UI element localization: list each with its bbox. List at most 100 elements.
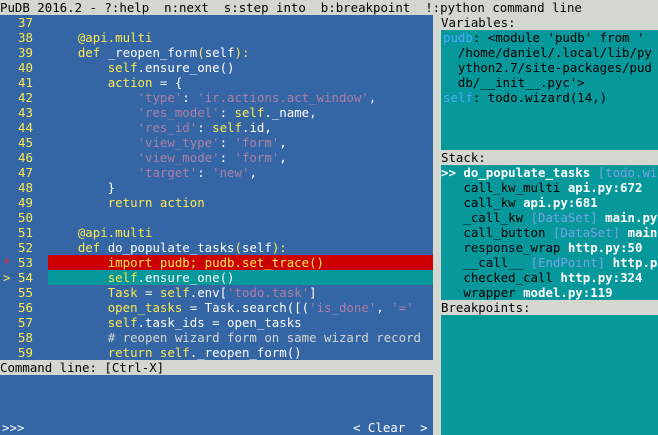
code-token: def (77, 240, 108, 255)
code-line[interactable]: 47 'target': 'new', (0, 165, 433, 180)
code-text: # reopen wizard form on same wizard reco… (48, 330, 433, 345)
code-token: : (197, 165, 213, 180)
stack-frame-prefix (441, 180, 463, 195)
code-token: 'ir.actions.act_window' (197, 90, 369, 105)
stack-frame-current[interactable]: >> do_populate_tasks [todo.wizard] (441, 165, 658, 180)
variable-row[interactable]: /home/daniel/.local/lib/py (443, 45, 658, 60)
code-line[interactable]: 38 @api.multi (0, 30, 433, 45)
line-marker (0, 105, 12, 120)
code-token: ._reopen_form() (189, 345, 302, 360)
stack-frame-prefix (441, 255, 463, 270)
code-token: , (279, 135, 287, 150)
code-line[interactable]: 50 (0, 210, 433, 225)
code-token: self (107, 60, 138, 75)
code-line[interactable]: 55 Task = self.env['todo.task'] (0, 285, 433, 300)
line-marker (0, 90, 12, 105)
code-line[interactable]: 46 'view_mode': 'form', (0, 150, 433, 165)
stack-pane[interactable]: >> do_populate_tasks [todo.wizard] call_… (441, 165, 658, 300)
code-line[interactable]: 49 return action (0, 195, 433, 210)
stack-frame[interactable]: response_wrap http.py:50 (441, 240, 658, 255)
code-line[interactable]: * 53 import pudb; pudb.set_trace() (0, 255, 433, 270)
line-number: 42 (18, 90, 41, 105)
code-token: self (107, 315, 138, 330)
code-text: return action (48, 195, 433, 210)
stack-frame[interactable]: call_kw api.py:681 (441, 195, 658, 210)
stack-header: Stack: (441, 150, 658, 165)
code-line[interactable]: 51 @api.multi (0, 225, 433, 240)
code-line[interactable]: 56 open_tasks = Task.search([('is_done',… (0, 300, 433, 315)
stack-frame[interactable]: wrapper model.py:119 (441, 285, 658, 300)
stack-frame-prefix (441, 270, 463, 285)
code-token: 'todo.task' (227, 285, 310, 300)
stack-frame-location: http.py:50 (567, 240, 643, 255)
stack-frame-location: main.py (605, 210, 658, 225)
code-token: 'view_mode' (137, 150, 220, 165)
code-line[interactable]: 48 } (0, 180, 433, 195)
code-line[interactable]: 58 # reopen wizard form on same wizard r… (0, 330, 433, 345)
code-token: return action (107, 195, 205, 210)
variables-pane[interactable]: pudb: <module 'pudb' from ' /home/daniel… (441, 30, 658, 150)
stack-frame-function: _call_kw (463, 210, 524, 225)
stack-frame-class: [todo.wizard] (597, 165, 658, 180)
code-token: : (219, 135, 235, 150)
line-marker (0, 60, 12, 75)
line-number: 56 (18, 300, 41, 315)
code-token: self (234, 105, 265, 120)
code-line[interactable]: 57 self.task_ids = open_tasks (0, 315, 433, 330)
code-text: self.task_ids = open_tasks (48, 315, 433, 330)
line-number: 43 (18, 105, 41, 120)
stack-frame[interactable]: checked_call http.py:324 (441, 270, 658, 285)
code-token: = (145, 285, 160, 300)
command-line-input-row[interactable]: >>> < Clear > (0, 420, 433, 435)
line-marker (0, 120, 12, 135)
code-line[interactable]: 41 action = { (0, 75, 433, 90)
stack-frame-location: http.py:324 (560, 270, 643, 285)
code-text: @api.multi (48, 225, 433, 240)
code-token: 'form' (234, 135, 280, 150)
variable-row[interactable]: ython2.7/site-packages/pud (443, 60, 658, 75)
stack-frame[interactable]: call_kw_multi api.py:672 (441, 180, 658, 195)
title-bar: PuDB 2016.2 - ?:help n:next s:step into … (0, 0, 658, 15)
command-prompt: >>> (2, 420, 25, 435)
code-token: self (159, 345, 190, 360)
code-line[interactable]: 42 'type': 'ir.actions.act_window', (0, 90, 433, 105)
code-line[interactable]: 59 return self._reopen_form() (0, 345, 433, 360)
stack-frame-gap (560, 240, 567, 255)
stack-frame-class: [DataSet] (552, 225, 621, 240)
variable-row[interactable]: pudb: <module 'pudb' from ' (443, 30, 658, 45)
code-line[interactable]: 43 'res_model': self._name, (0, 105, 433, 120)
code-token: : (182, 90, 198, 105)
line-marker (0, 285, 12, 300)
clear-button[interactable]: < Clear > (353, 420, 428, 435)
code-token: ] (309, 285, 317, 300)
code-line[interactable]: 52 def do_populate_tasks(self): (0, 240, 433, 255)
code-token: @api.multi (77, 30, 153, 45)
breakpoints-header: Breakpoints: (441, 300, 658, 315)
pane-divider[interactable] (433, 15, 441, 435)
breakpoints-pane[interactable] (441, 315, 658, 435)
stack-frame-function: wrapper (463, 285, 516, 300)
stack-frame[interactable]: _call_kw [DataSet] main.py (441, 210, 658, 225)
stack-frame[interactable]: call_button [DataSet] main.py (441, 225, 658, 240)
stack-frame-gap (516, 285, 523, 300)
code-line[interactable]: 45 'view_type': 'form', (0, 135, 433, 150)
code-line[interactable]: 40 self.ensure_one() (0, 60, 433, 75)
code-line[interactable]: 44 'res_id': self.id, (0, 120, 433, 135)
code-line[interactable]: 39 def _reopen_form(self): (0, 45, 433, 60)
variable-value: : <module 'pudb' from ' (472, 30, 645, 45)
source-code-pane[interactable]: 37 38 @api.multi 39 def _reopen_form(sel… (0, 15, 433, 360)
code-line[interactable]: >54 self.ensure_one() (0, 270, 433, 285)
variable-value: : todo.wizard(14,) (472, 90, 608, 105)
stack-frame-function: __call__ (463, 255, 524, 270)
code-line[interactable]: 37 (0, 15, 433, 30)
code-text: return self._reopen_form() (48, 345, 433, 360)
variable-row[interactable]: db/__init__.pyc'> (443, 75, 658, 90)
variable-row[interactable]: self: todo.wizard(14,) (443, 90, 658, 105)
stack-frame[interactable]: __call__ [EndPoint] http.py (441, 255, 658, 270)
